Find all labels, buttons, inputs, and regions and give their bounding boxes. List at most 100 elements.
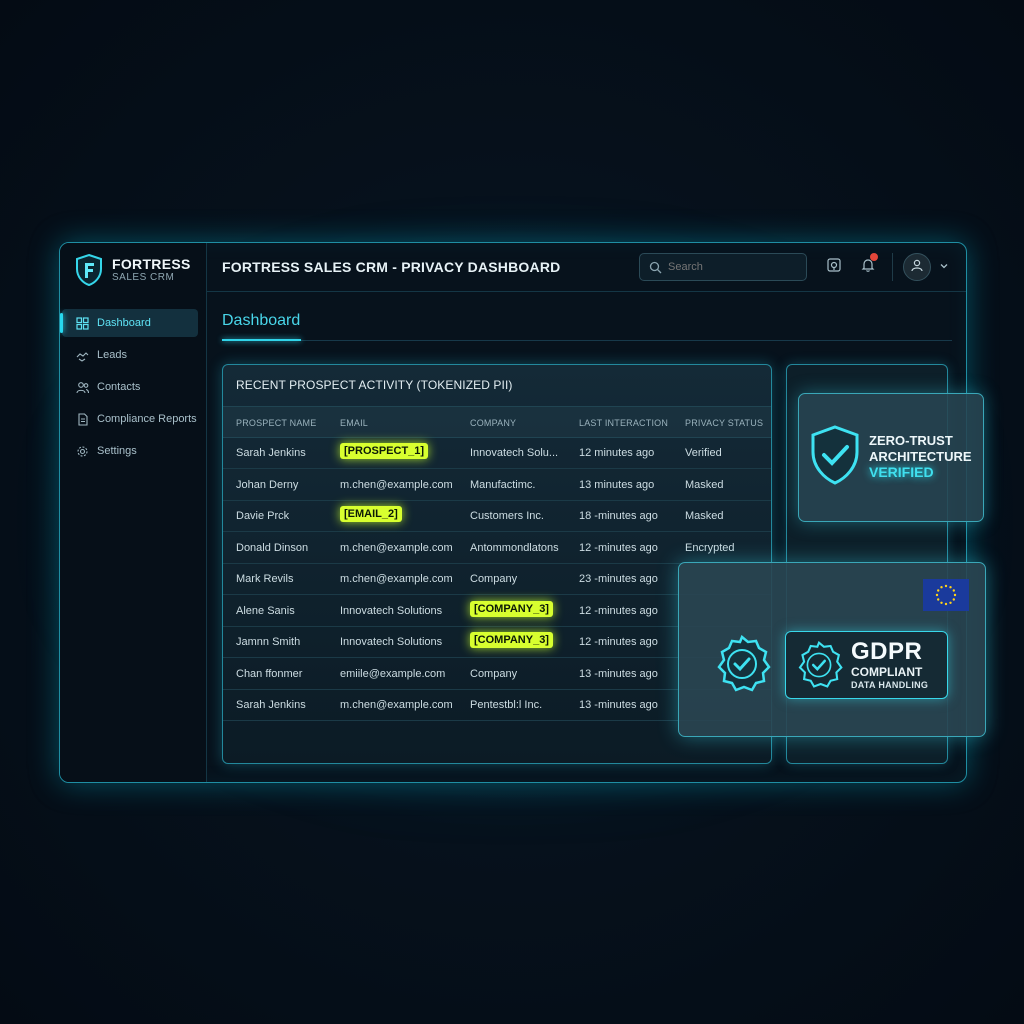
grid-icon [75,316,89,330]
panel-title: RECENT PROSPECT ACTIVITY (TOKENIZED PII) [236,378,513,392]
cell-last: 13 -minutes ago [579,667,658,680]
cell-email: Innovatech Solutions [340,604,443,617]
cell-email: Innovatech Solutions [340,636,443,648]
document-icon [75,412,89,426]
cell-last: 12 -minutes ago [579,604,658,617]
table-row[interactable]: Johan Derny m.chen@example.com Manufactimc… [223,469,771,501]
column-header[interactable]: EMAIL [340,418,368,428]
cell-company: Manufactimc. [470,478,536,491]
column-header[interactable]: PROSPECT NAME [236,418,316,428]
cell-status: Encrypted [685,541,735,554]
cell-name: Donald Dinson [236,541,309,554]
cell-company: Antommondlatons [470,541,559,554]
cell-company: Customers Inc. [470,510,544,522]
cell-email: m.chen@example.com [340,541,453,554]
cell-name: Jamnn Smith [236,636,301,648]
cell-status: Masked [685,510,724,522]
gdpr-compliant-label: COMPLIANT [851,665,923,679]
cell-company: Company [470,667,518,680]
cell-name: Sarah Jenkins [236,699,306,711]
search-box[interactable] [639,253,807,281]
sidebar-item-label: Dashboard [97,317,151,329]
cell-last: 12 -minutes ago [579,636,658,648]
zero-trust-title: ZERO-TRUST [869,433,953,448]
cell-company: [COMPANY_3] [470,600,553,617]
cell-status: Verified [685,447,722,459]
cell-company: Company [470,573,518,585]
column-header[interactable]: LAST INTERACTION [579,418,668,428]
users-icon [75,380,89,394]
header-divider [892,253,893,281]
table-row[interactable]: Davie Prck [EMAIL_2] Customers Inc. 18 -min… [223,500,771,532]
sidebar-item-label: Contacts [97,381,141,393]
cell-email: m.chen@example.com [340,573,453,585]
cell-last: 23 -minutes ago [579,573,658,585]
gdpr-title: GDPR [851,638,923,665]
privacy-settings-button[interactable] [824,257,844,277]
divider [222,340,952,341]
verified-seal-icon [713,634,771,698]
top-header: FORTRESS SALES CRM - PRIVACY DASHBOARD [206,243,966,292]
search-icon [648,260,662,274]
cell-email: [EMAIL_2] [340,506,402,522]
sidebar-item-label: Compliance Reports [97,413,197,425]
zero-trust-subtitle: ARCHITECTURE [869,449,972,464]
brand[interactable]: FORTRESS SALES CRM [74,253,191,287]
cell-last: 13 -minutes ago [579,699,658,711]
cell-name: Johan Derny [236,478,299,491]
cell-email: emiile@example.com [340,667,446,680]
notification-badge [870,253,878,261]
cell-email: m.chen@example.com [340,699,453,711]
sidebar-item-compliance-reports[interactable]: Compliance Reports [62,405,198,433]
zero-trust-status: VERIFIED [869,464,934,480]
chevron-down-icon [939,258,949,276]
shield-check-icon [809,424,861,491]
notifications-button[interactable] [858,253,878,277]
cell-company: Innovatech Solu... [470,447,559,459]
table-header: PROSPECT NAME EMAIL COMPANY LAST INTERAC… [223,406,771,438]
user-icon [910,258,924,277]
cell-company: [COMPANY_3] [470,632,553,648]
cell-name: Sarah Jenkins [236,447,306,459]
zero-trust-card: ZERO-TRUST ARCHITECTURE VERIFIED [798,393,984,522]
cell-last: 18 -minutes ago [579,510,658,522]
sidebar-item-contacts[interactable]: Contacts [62,373,198,401]
table-row[interactable]: Sarah Jenkins [PROSPECT_1] Innovatech Solu… [223,437,771,469]
brand-subtitle: SALES CRM [112,271,175,283]
gdpr-card: GDPR COMPLIANT DATA HANDLING [678,562,986,737]
verified-seal-icon [795,640,843,694]
gear-icon [75,444,89,458]
cell-name: Davie Prck [236,510,290,522]
handshake-icon [75,348,89,362]
search-input[interactable] [668,261,788,273]
cell-last: 12 minutes ago [579,447,655,459]
sidebar-item-leads[interactable]: Leads [62,341,198,369]
sidebar: FORTRESS SALES CRM Dashboard Leads Conta… [60,243,207,782]
column-header[interactable]: PRIVACY STATUS [685,418,763,428]
sidebar-nav: Dashboard Leads Contacts Compliance Repo… [60,309,206,469]
column-header[interactable]: COMPANY [470,418,516,428]
account-menu-button[interactable] [934,257,954,277]
dashboard-tab[interactable]: Dashboard [222,312,300,330]
active-tab-indicator [222,339,301,341]
privacy-lock-icon [826,257,842,278]
sidebar-item-dashboard[interactable]: Dashboard [60,309,198,337]
cell-last: 13 minutes ago [579,478,655,491]
sidebar-item-settings[interactable]: Settings [62,437,198,465]
brand-name: FORTRESS [112,255,191,272]
sidebar-item-label: Leads [97,349,127,361]
sidebar-item-label: Settings [97,445,137,457]
shield-logo-icon [74,253,104,287]
page-title: FORTRESS SALES CRM - PRIVACY DASHBOARD [222,259,561,275]
cell-name: Alene Sanis [236,604,295,617]
avatar[interactable] [903,253,931,281]
gdpr-badge: GDPR COMPLIANT DATA HANDLING [785,631,948,699]
cell-last: 12 -minutes ago [579,541,658,554]
cell-email: m.chen@example.com [340,478,453,491]
cell-company: Pentestbl:l Inc. [470,699,543,711]
table-row[interactable]: Donald Dinson m.chen@example.com Antommond… [223,532,771,564]
eu-flag-icon [923,579,969,611]
gdpr-subtitle: DATA HANDLING [851,680,929,690]
cell-name: Mark Revils [236,573,294,585]
cell-status: Masked [685,478,724,491]
